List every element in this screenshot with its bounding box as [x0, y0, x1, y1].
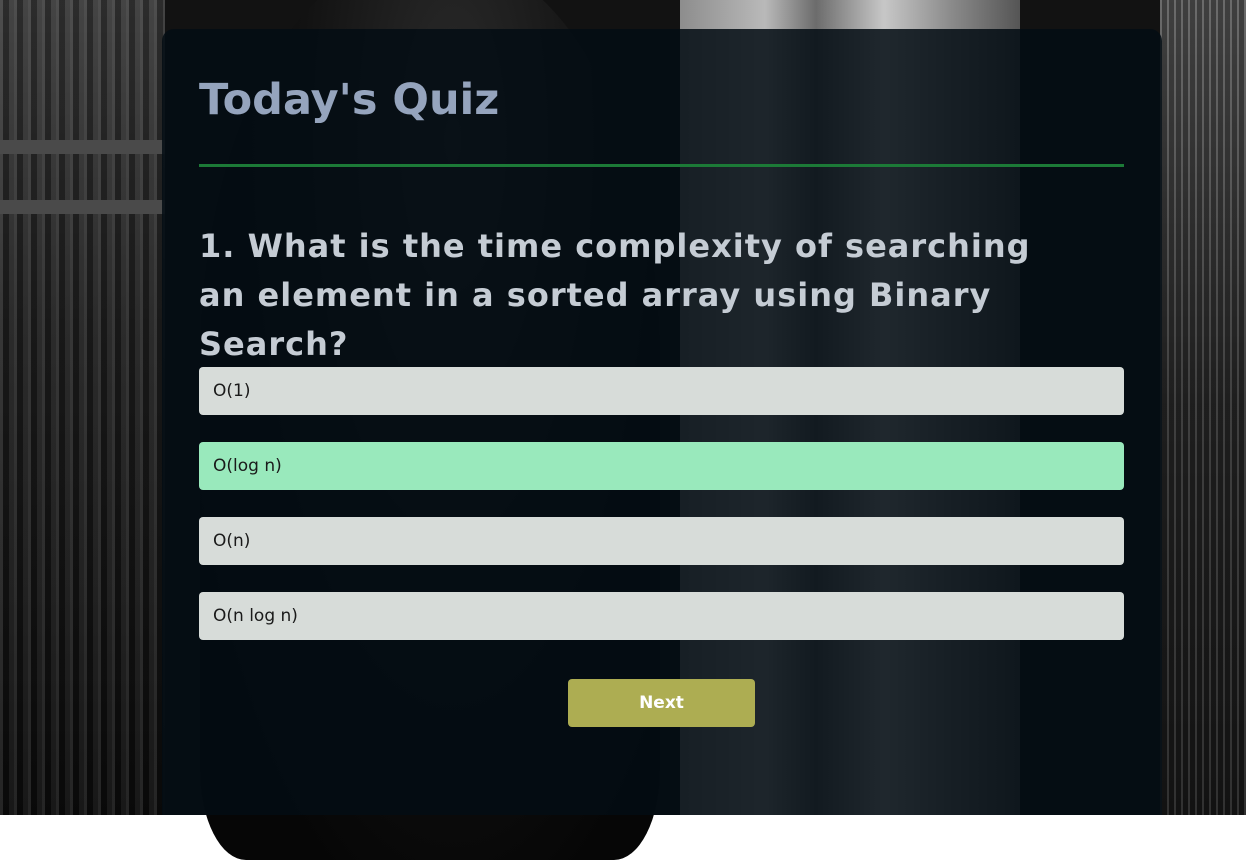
answer-label: O(1) — [213, 381, 251, 401]
next-button[interactable]: Next — [568, 679, 755, 727]
quiz-title: Today's Quiz — [199, 75, 500, 125]
answer-option[interactable]: O(1) — [199, 367, 1124, 415]
answer-label: O(n log n) — [213, 606, 298, 626]
shelf-board — [0, 200, 165, 214]
answer-option[interactable]: O(n) — [199, 517, 1124, 565]
bookshelf-left — [0, 0, 165, 815]
answer-option-selected[interactable]: O(log n) — [199, 442, 1124, 490]
question-text: 1. What is the time complexity of search… — [199, 227, 1031, 363]
shelf-board — [0, 140, 165, 154]
title-divider — [199, 164, 1124, 167]
answer-label: O(n) — [213, 531, 251, 551]
answer-option[interactable]: O(n log n) — [199, 592, 1124, 640]
bookshelf-right — [1160, 0, 1246, 815]
answer-label: O(log n) — [213, 456, 282, 476]
